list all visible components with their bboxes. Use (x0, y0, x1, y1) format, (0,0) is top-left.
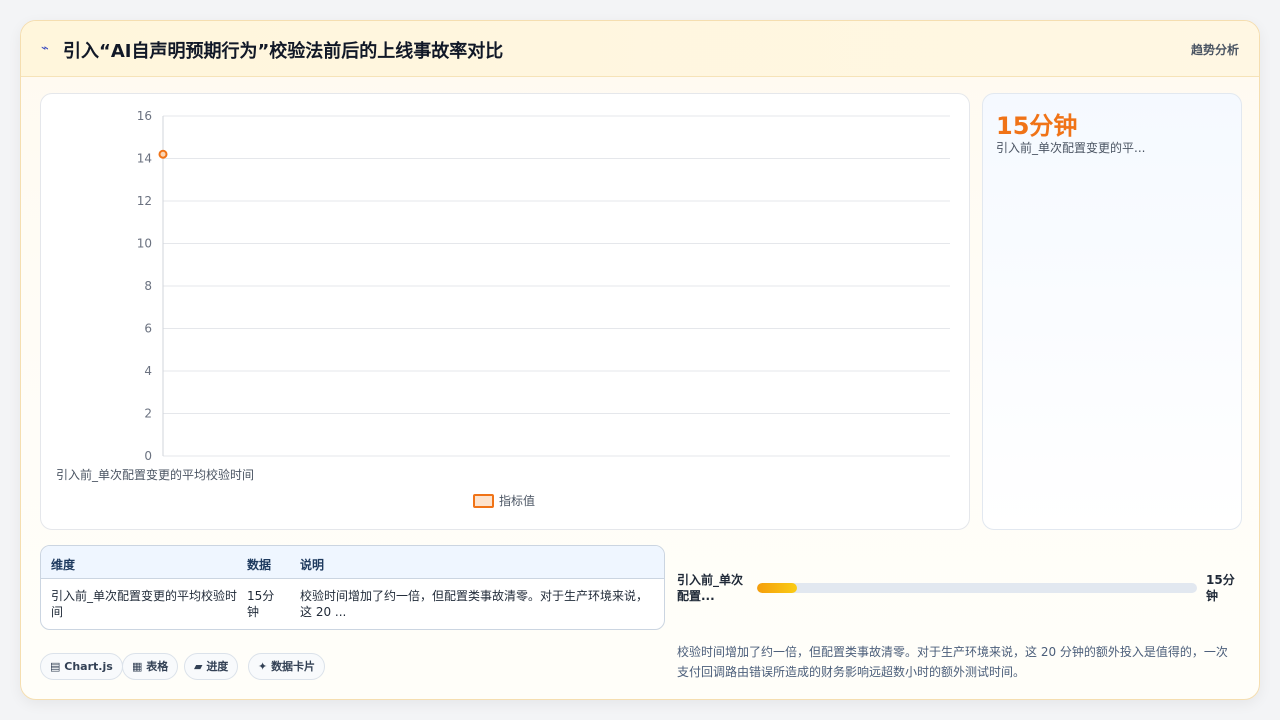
table-header-description: 说明 (300, 558, 325, 572)
tag-chartjs[interactable]: ▤ Chart.js (40, 653, 123, 680)
description-note: 校验时间增加了约一倍，但配置类事故清零。对于生产环境来说，这 20 分钟的额外投… (677, 645, 1228, 679)
y-tick-label: 0 (144, 449, 152, 463)
tag-label: 进度 (206, 660, 229, 673)
trend-analysis-label: 趋势分析 (1190, 43, 1239, 57)
table-cell-description: 校验时间增加了约一倍，但配置类事故清零。对于生产环境来说，这 20 ... (300, 589, 649, 619)
chart-icon: ▤ (50, 660, 61, 673)
tag-label: 表格 (146, 660, 169, 673)
table-icon: ▦ (132, 660, 143, 673)
y-tick-label: 6 (144, 322, 152, 336)
card-icon: ✦ (258, 660, 268, 673)
page-title: 引入“AI自声明预期行为”校验法前后的上线事故率对比 (63, 41, 504, 62)
tag-progress[interactable]: ▰ 进度 (184, 653, 239, 680)
data-point (158, 149, 168, 159)
tag-label: 数据卡片 (271, 660, 316, 673)
legend-swatch (473, 494, 494, 508)
kpi-card: 15分钟 引入前_单次配置变更的平... (982, 93, 1242, 530)
table-cell-dimension: 引入前_单次配置变更的平均校验时间 (51, 589, 238, 619)
progress-value: 15分钟 (1206, 573, 1235, 603)
tag-label: Chart.js (64, 660, 113, 673)
card-header: ⌁ 引入“AI自声明预期行为”校验法前后的上线事故率对比 趋势分析 (21, 21, 1259, 77)
dashboard-card: ⌁ 引入“AI自声明预期行为”校验法前后的上线事故率对比 趋势分析 0 2 4 6 8 1… (20, 20, 1260, 700)
progress-fill (757, 583, 797, 593)
chart-icon: ⌁ (41, 41, 49, 56)
y-tick-label: 10 (137, 237, 152, 251)
table-header-row: 维度 数据 说明 (41, 546, 664, 579)
y-tick-label: 8 (144, 279, 152, 293)
table-cell-data: 15分钟 (247, 589, 275, 619)
tag-table[interactable]: ▦ 表格 (122, 653, 179, 680)
y-tick-label: 2 (144, 407, 152, 421)
y-tick-label: 16 (137, 109, 152, 123)
table-header-data: 数据 (247, 558, 272, 572)
tag-data-card[interactable]: ✦ 数据卡片 (248, 653, 326, 680)
y-tick-label: 14 (137, 152, 152, 166)
progress-bar (757, 583, 1197, 593)
progress-label: 引入前_单次配置... (677, 573, 744, 603)
legend-label: 指标值 (499, 493, 535, 508)
progress-icon: ▰ (194, 660, 203, 673)
x-tick-label: 引入前_单次配置变更的平均校验时间 (56, 467, 254, 482)
line-chart: 0 2 4 6 8 10 12 14 16 引入前_单次配置变更的平均校验时间指标值 (56, 109, 950, 508)
data-table: 维度 数据 说明 引入前_单次配置变更的平均校验时间 15分钟 校验时间增加了约… (40, 545, 665, 630)
y-tick-label: 12 (137, 194, 152, 208)
line-chart-panel: 0 2 4 6 8 10 12 14 16 引入前_单次配置变更的平均校验时间指标值 (40, 93, 970, 530)
kpi-label: 引入前_单次配置变更的平... (996, 141, 1146, 155)
table-header-dimension: 维度 (51, 558, 76, 572)
kpi-value: 15分钟 (996, 112, 1078, 140)
y-tick-label: 4 (144, 364, 152, 378)
